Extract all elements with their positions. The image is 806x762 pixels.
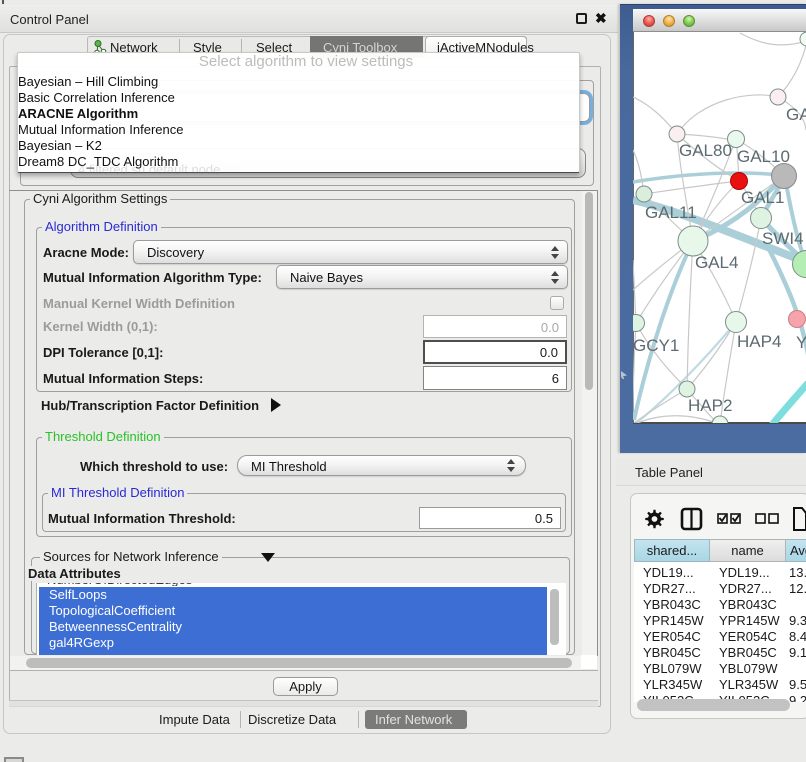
svg-text:GCY1: GCY1	[633, 336, 679, 355]
svg-text:GAL80: GAL80	[679, 141, 732, 160]
svg-text:HAP4: HAP4	[737, 332, 781, 351]
svg-text:GAL10: GAL10	[737, 147, 790, 166]
svg-text:GAL8: GAL8	[786, 105, 806, 124]
svg-text:GAL11: GAL11	[645, 203, 697, 222]
svg-text:HAP2: HAP2	[688, 396, 732, 415]
svg-text:GAL4: GAL4	[695, 253, 738, 272]
svg-text:Y: Y	[796, 333, 806, 352]
svg-text:GAL1: GAL1	[741, 188, 784, 207]
svg-text:SWI4: SWI4	[762, 229, 804, 248]
